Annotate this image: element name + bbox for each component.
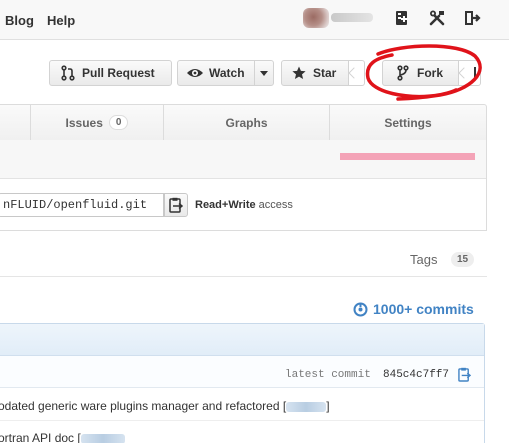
fork-count-digit bbox=[474, 67, 476, 79]
caret-down-icon bbox=[260, 70, 268, 76]
commit-message-text: odated generic ware plugins manager and … bbox=[0, 399, 287, 413]
access-level-text: Read+Write access bbox=[195, 199, 293, 211]
settings-icon[interactable] bbox=[428, 9, 446, 27]
copy-sha-icon[interactable] bbox=[458, 367, 472, 387]
star-button[interactable]: Star bbox=[281, 60, 349, 86]
access-level-suffix: access bbox=[255, 199, 293, 211]
fork-label: Fork bbox=[417, 66, 444, 80]
tab-settings[interactable]: Settings bbox=[329, 105, 486, 140]
tags-link[interactable]: Tags bbox=[410, 252, 437, 267]
tab-settings-label: Settings bbox=[384, 115, 432, 130]
pull-request-label: Pull Request bbox=[82, 66, 155, 80]
language-bar[interactable] bbox=[340, 153, 475, 160]
watch-button[interactable]: Watch bbox=[177, 60, 255, 86]
watch-dropdown-button[interactable] bbox=[254, 60, 274, 86]
star-icon bbox=[292, 66, 306, 79]
tab-issues-label: Issues bbox=[65, 115, 103, 130]
repo-tabs: Issues 0 Graphs Settings bbox=[0, 104, 487, 141]
clone-url-input[interactable]: nFLUID/openfluid.git bbox=[0, 193, 164, 217]
watch-label: Watch bbox=[209, 66, 245, 80]
file-commit-message[interactable]: ortran API doc [ bbox=[0, 431, 125, 443]
repo-meta-panel: nFLUID/openfluid.git Read+Write access bbox=[0, 140, 487, 231]
file-row[interactable]: ortran API doc [ bbox=[0, 421, 484, 443]
tab-graphs-label: Graphs bbox=[225, 115, 268, 130]
clipboard-icon bbox=[169, 197, 183, 213]
file-row[interactable]: odated generic ware plugins manager and … bbox=[0, 389, 484, 421]
latest-commit-row: latest commit 845c4c7ff7 bbox=[0, 356, 484, 388]
commit-message-tail: ] bbox=[326, 399, 330, 413]
eye-icon bbox=[187, 69, 203, 77]
tab-issues[interactable]: Issues 0 bbox=[30, 105, 163, 140]
commits-count-label: 1000+ commits bbox=[373, 301, 474, 317]
author-blurred[interactable] bbox=[80, 433, 125, 443]
nav-link-blog[interactable]: Blog bbox=[5, 13, 34, 28]
commit-message-text: ortran API doc [ bbox=[0, 431, 81, 443]
copy-url-button[interactable] bbox=[164, 193, 188, 217]
issues-counter: 0 bbox=[108, 115, 129, 130]
nav-link-help[interactable]: Help bbox=[47, 13, 75, 28]
file-commit-message[interactable]: odated generic ware plugins manager and … bbox=[0, 399, 330, 413]
file-browser: latest commit 845c4c7ff7 odated generic … bbox=[0, 323, 485, 443]
fork-button[interactable]: Fork bbox=[382, 60, 459, 86]
star-label: Star bbox=[313, 66, 337, 80]
top-nav: Blog Help bbox=[0, 0, 509, 40]
username-blurred[interactable] bbox=[331, 13, 373, 22]
pull-request-button[interactable]: Pull Request bbox=[49, 60, 172, 86]
commits-link[interactable]: 1000+ commits bbox=[353, 301, 474, 317]
fork-icon bbox=[397, 65, 409, 81]
history-icon bbox=[353, 302, 368, 316]
access-level-bold: Read+Write bbox=[195, 199, 256, 211]
commit-sha[interactable]: 845c4c7ff7 bbox=[383, 369, 449, 381]
repo-description-area bbox=[0, 140, 486, 179]
tags-counter: 15 bbox=[451, 252, 475, 267]
tab-graphs[interactable]: Graphs bbox=[163, 105, 329, 140]
author-blurred[interactable] bbox=[286, 401, 327, 412]
sign-out-icon[interactable] bbox=[463, 9, 481, 27]
latest-commit-label: latest commit bbox=[285, 369, 371, 381]
create-repo-icon[interactable] bbox=[393, 9, 411, 27]
pull-request-icon bbox=[61, 65, 75, 81]
commit-header bbox=[0, 324, 484, 356]
divider bbox=[0, 276, 487, 277]
avatar[interactable] bbox=[303, 8, 329, 28]
